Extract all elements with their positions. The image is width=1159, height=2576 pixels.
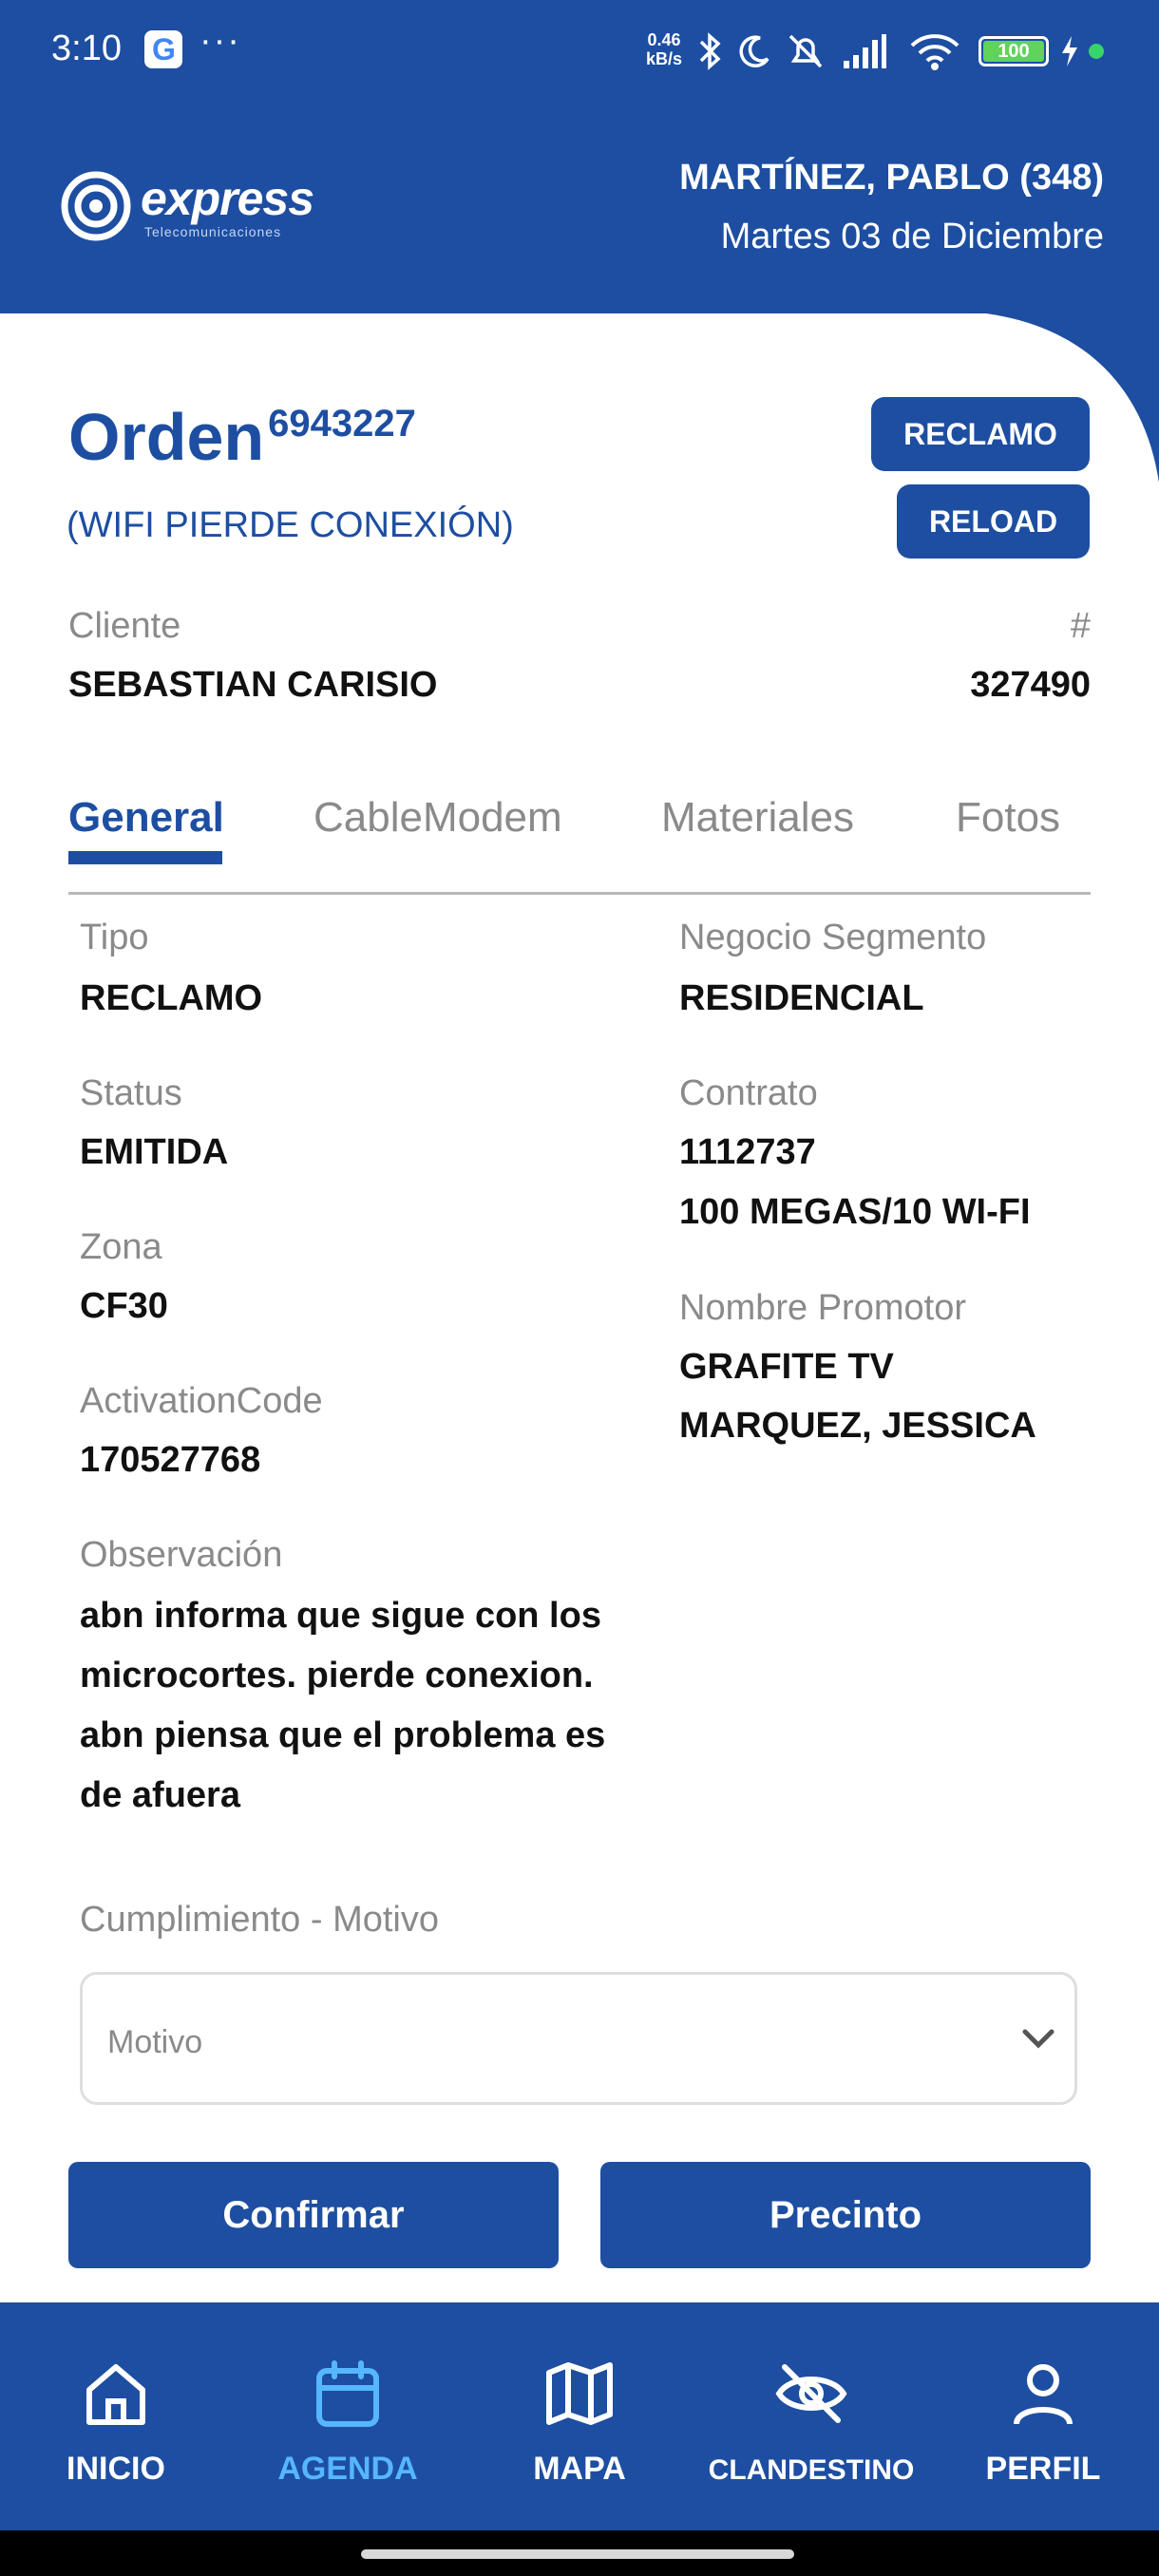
activation-code-label: ActivationCode xyxy=(80,1381,323,1421)
bell-off-icon xyxy=(788,34,823,68)
order-subtitle: (WIFI PIERDE CONEXIÓN) xyxy=(66,505,514,545)
negocio-segmento-label: Negocio Segmento xyxy=(679,918,987,957)
tipo-label: Tipo xyxy=(80,918,149,957)
charging-icon xyxy=(1062,36,1077,66)
status-bar: 3:10 G ··· 0.46 kB/s 100 xyxy=(0,0,1159,104)
nav-clandestino[interactable]: CLANDESTINO xyxy=(695,2302,927,2530)
tab-bar: General CableModem Materiales Fotos xyxy=(68,779,1091,895)
app-header: 3:10 G ··· 0.46 kB/s 100 express Telecom… xyxy=(0,0,1159,313)
tab-fotos[interactable]: Fotos xyxy=(956,794,1060,842)
status-label: Status xyxy=(80,1073,182,1113)
wifi-icon xyxy=(910,34,960,70)
nav-inicio[interactable]: INICIO xyxy=(0,2302,232,2530)
motivo-select[interactable]: Motivo xyxy=(80,1972,1077,2105)
user-icon xyxy=(1014,2364,1073,2425)
observacion-label: Observación xyxy=(80,1535,283,1575)
order-title: Orden 6943227 xyxy=(68,400,416,474)
cumplimiento-label: Cumplimiento - Motivo xyxy=(80,1900,439,1940)
logo-mark-icon xyxy=(61,171,131,241)
tab-materiales[interactable]: Materiales xyxy=(661,794,854,842)
technician-name: MARTÍNEZ, PABLO (348) xyxy=(679,158,1104,198)
nav-mapa[interactable]: MAPA xyxy=(464,2302,695,2530)
privacy-dot xyxy=(1089,44,1104,59)
promotor-label: Nombre Promotor xyxy=(679,1288,966,1328)
tipo-value: RECLAMO xyxy=(80,978,263,1018)
net-speed: 0.46 kB/s xyxy=(646,30,683,68)
bluetooth-icon xyxy=(699,32,721,70)
status-value: EMITIDA xyxy=(80,1132,229,1172)
chevron-down-icon xyxy=(1022,2029,1054,2049)
eye-off-icon xyxy=(775,2364,847,2423)
client-label: Cliente xyxy=(68,606,181,646)
contrato-plan: 100 MEGAS/10 WI-FI xyxy=(679,1192,1031,1232)
order-number: 6943227 xyxy=(268,403,416,445)
negocio-segmento-value: RESIDENCIAL xyxy=(679,978,924,1018)
home-icon xyxy=(86,2364,145,2425)
battery-icon: 100 xyxy=(978,36,1049,66)
express-logo: express Telecomunicaciones xyxy=(61,171,365,247)
promotor-name: MARQUEZ, JESSICA xyxy=(679,1406,1036,1446)
bottom-nav: INICIO AGENDA MAPA CLANDESTINO PERFIL xyxy=(0,2302,1159,2530)
client-number-label: # xyxy=(1070,606,1091,646)
nav-agenda[interactable]: AGENDA xyxy=(232,2302,464,2530)
signal-icon xyxy=(844,34,886,68)
reload-button[interactable]: RELOAD xyxy=(897,484,1090,559)
active-tab-indicator xyxy=(68,851,222,864)
contrato-number: 1112737 xyxy=(679,1132,816,1172)
contrato-label: Contrato xyxy=(679,1073,818,1113)
logo-text: express xyxy=(141,172,314,225)
activation-code-value: 170527768 xyxy=(80,1440,261,1480)
precinto-button[interactable]: Precinto xyxy=(600,2162,1091,2268)
observacion-value: abn informa que sigue con los microcorte… xyxy=(80,1596,606,1815)
system-nav-bar xyxy=(0,2530,1159,2576)
tab-general[interactable]: General xyxy=(68,794,224,842)
calendar-icon xyxy=(316,2360,379,2427)
client-name: SEBASTIAN CARISIO xyxy=(68,665,438,705)
map-icon xyxy=(546,2362,613,2425)
client-number: 327490 xyxy=(970,665,1091,705)
nav-perfil[interactable]: PERFIL xyxy=(927,2302,1159,2530)
moon-icon xyxy=(739,35,770,67)
google-icon: G xyxy=(144,30,182,68)
current-date: Martes 03 de Diciembre xyxy=(720,217,1104,256)
reclamo-button[interactable]: RECLAMO xyxy=(871,397,1090,471)
promotor-company: GRAFITE TV xyxy=(679,1347,894,1387)
tab-cablemodem[interactable]: CableModem xyxy=(314,794,562,842)
zona-value: CF30 xyxy=(80,1286,168,1326)
status-time: 3:10 xyxy=(51,28,122,68)
status-icons: 100 xyxy=(694,27,1112,76)
motivo-placeholder: Motivo xyxy=(107,2024,203,2060)
home-indicator[interactable] xyxy=(361,2549,794,2559)
logo-subtitle: Telecomunicaciones xyxy=(144,224,282,239)
confirmar-button[interactable]: Confirmar xyxy=(68,2162,559,2268)
zona-label: Zona xyxy=(80,1227,162,1267)
notification-dots: ··· xyxy=(200,21,241,61)
